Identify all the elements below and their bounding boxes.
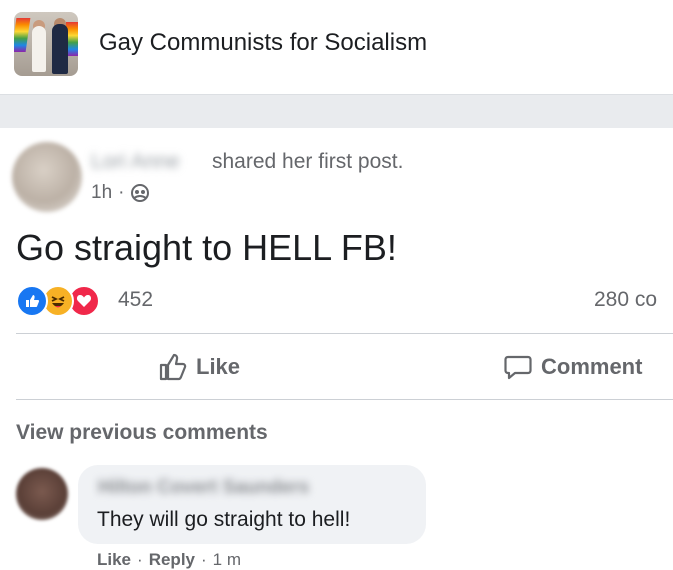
comment-count[interactable]: 280 co bbox=[594, 288, 657, 312]
meta-separator: · bbox=[118, 182, 125, 203]
person-body bbox=[52, 24, 68, 74]
comment-reply-button[interactable]: Reply bbox=[149, 550, 195, 570]
like-button[interactable]: Like bbox=[158, 343, 240, 391]
comment-label: Comment bbox=[541, 354, 643, 379]
group-audience-icon bbox=[131, 184, 150, 202]
group-header: Gay Communists for Socialism bbox=[0, 0, 673, 94]
post-card: Lori Anne shared her first post. 1h · Go… bbox=[0, 128, 673, 569]
thumbs-up-icon bbox=[159, 353, 187, 381]
comment-text: They will go straight to hell! bbox=[97, 508, 351, 531]
reaction-count[interactable]: 452 bbox=[118, 288, 153, 312]
commenter-name[interactable]: Hilton Covert Saunders bbox=[98, 477, 309, 499]
post-time[interactable]: 1h bbox=[91, 182, 112, 204]
commenter-avatar[interactable] bbox=[16, 468, 68, 520]
author-name[interactable]: Lori Anne bbox=[91, 150, 180, 174]
view-previous-comments-link[interactable]: View previous comments bbox=[16, 421, 268, 445]
divider bbox=[16, 333, 673, 334]
post-action-text: shared her first post. bbox=[212, 150, 404, 173]
comment-actions: Like · Reply · 1 m bbox=[97, 550, 241, 570]
person-body bbox=[32, 26, 46, 72]
group-name[interactable]: Gay Communists for Socialism bbox=[99, 29, 427, 57]
post-text: Go straight to HELL FB! bbox=[16, 227, 397, 268]
comment-button[interactable]: Comment bbox=[503, 343, 642, 391]
reaction-icons[interactable] bbox=[16, 285, 100, 317]
rainbow-flag-icon bbox=[14, 18, 31, 52]
like-reaction-icon bbox=[16, 285, 48, 317]
comment-like-button[interactable]: Like bbox=[97, 550, 131, 570]
comment-time[interactable]: 1 m bbox=[213, 550, 241, 570]
section-divider bbox=[0, 94, 673, 129]
group-avatar[interactable] bbox=[14, 12, 78, 76]
comment-action-separator: · bbox=[137, 550, 143, 569]
comment-action-separator: · bbox=[201, 550, 207, 569]
divider bbox=[16, 399, 673, 400]
comment-bubble: Hilton Covert Saunders They will go stra… bbox=[78, 465, 426, 544]
comment-icon bbox=[504, 355, 532, 380]
like-label: Like bbox=[196, 354, 241, 379]
author-avatar[interactable] bbox=[12, 142, 82, 212]
post-meta: 1h · bbox=[91, 182, 150, 204]
